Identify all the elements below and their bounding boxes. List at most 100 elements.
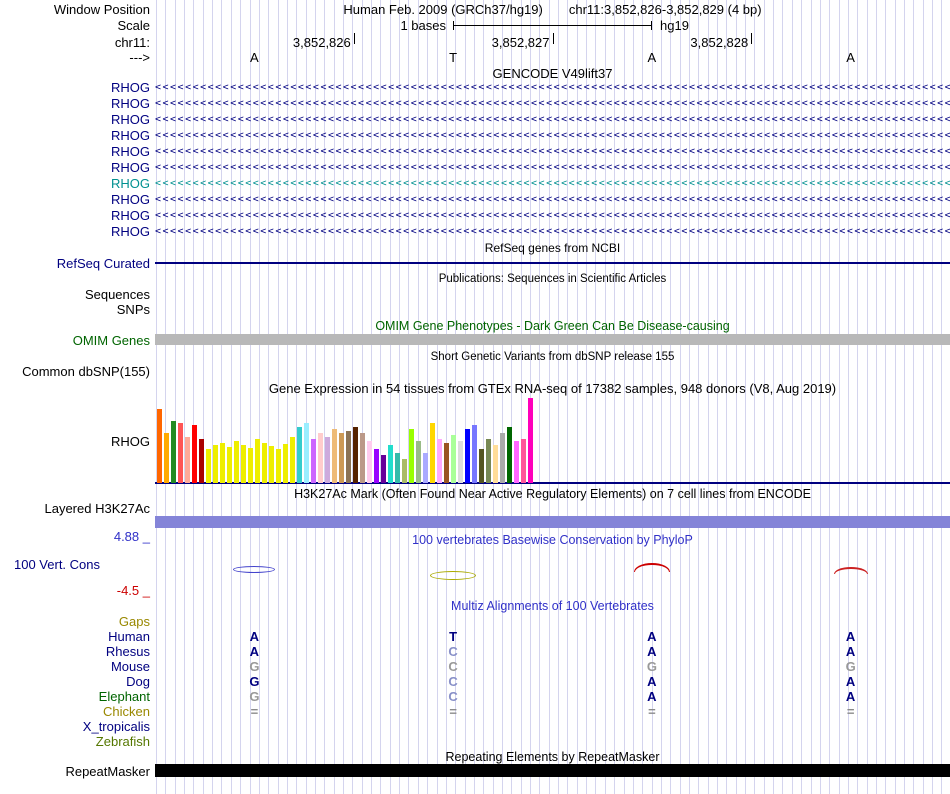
gene-row-label[interactable]: RHOG <box>0 80 150 96</box>
gene-arrow-row[interactable]: <<<<<<<<<<<<<<<<<<<<<<<<<<<<<<<<<<<<<<<<… <box>155 208 950 224</box>
common-dbsnp-label[interactable]: Common dbSNP(155) <box>0 364 150 379</box>
species-label[interactable]: Mouse <box>0 659 150 674</box>
gtex-bar[interactable] <box>304 423 309 483</box>
gene-arrow-row[interactable]: <<<<<<<<<<<<<<<<<<<<<<<<<<<<<<<<<<<<<<<<… <box>155 128 950 144</box>
gtex-bar[interactable] <box>290 437 295 483</box>
gtex-bar[interactable] <box>514 441 519 483</box>
gtex-bar[interactable] <box>528 398 533 483</box>
gtex-bar[interactable] <box>206 449 211 483</box>
gtex-bar[interactable] <box>157 409 162 483</box>
h3k27ac-signal-bar[interactable] <box>155 516 950 528</box>
conservation-track-label[interactable]: 100 Vert. Cons <box>14 557 164 572</box>
gtex-bar[interactable] <box>374 449 379 483</box>
gtex-bar[interactable] <box>430 423 435 483</box>
conservation-mark[interactable] <box>833 567 868 574</box>
gtex-gene-label[interactable]: RHOG <box>0 434 150 449</box>
base-letter: A <box>250 50 259 65</box>
sequences-track-label[interactable]: Sequences <box>0 287 150 302</box>
gtex-bar[interactable] <box>318 433 323 483</box>
gtex-bar[interactable] <box>255 439 260 483</box>
gtex-bar[interactable] <box>416 441 421 483</box>
gtex-bar[interactable] <box>262 443 267 483</box>
gtex-bar[interactable] <box>339 433 344 483</box>
gene-arrow-row[interactable]: <<<<<<<<<<<<<<<<<<<<<<<<<<<<<<<<<<<<<<<<… <box>155 224 950 240</box>
gtex-bar[interactable] <box>192 425 197 483</box>
gtex-bar[interactable] <box>486 439 491 483</box>
gene-arrow-row[interactable]: <<<<<<<<<<<<<<<<<<<<<<<<<<<<<<<<<<<<<<<<… <box>155 112 950 128</box>
gtex-bar[interactable] <box>360 433 365 483</box>
omim-genes-label[interactable]: OMIM Genes <box>0 333 150 348</box>
gtex-bar[interactable] <box>479 449 484 483</box>
species-label[interactable]: Rhesus <box>0 644 150 659</box>
omim-gene-bar[interactable] <box>155 334 950 345</box>
gene-row-label[interactable]: RHOG <box>0 160 150 176</box>
species-label[interactable]: Gaps <box>0 614 150 629</box>
gene-row-label[interactable]: RHOG <box>0 96 150 112</box>
gene-row-label[interactable]: RHOG <box>0 192 150 208</box>
gtex-bar[interactable] <box>437 439 442 483</box>
gene-row-label[interactable]: RHOG <box>0 224 150 240</box>
gene-arrow-row[interactable]: <<<<<<<<<<<<<<<<<<<<<<<<<<<<<<<<<<<<<<<<… <box>155 80 950 96</box>
species-label[interactable]: Human <box>0 629 150 644</box>
gtex-bar[interactable] <box>472 425 477 483</box>
gene-arrow-row[interactable]: <<<<<<<<<<<<<<<<<<<<<<<<<<<<<<<<<<<<<<<<… <box>155 160 950 176</box>
gtex-bar[interactable] <box>276 449 281 483</box>
gtex-bar[interactable] <box>311 439 316 483</box>
layered-h3k27ac-label[interactable]: Layered H3K27Ac <box>0 501 150 516</box>
refseq-gene-line[interactable] <box>155 262 950 264</box>
gtex-bar[interactable] <box>346 431 351 483</box>
gtex-bar[interactable] <box>423 453 428 483</box>
gtex-bar[interactable] <box>381 455 386 483</box>
species-label[interactable]: Elephant <box>0 689 150 704</box>
gtex-bar[interactable] <box>185 437 190 483</box>
gtex-bar[interactable] <box>507 427 512 483</box>
repeatmasker-element-bar[interactable] <box>155 764 950 777</box>
gtex-bar[interactable] <box>388 445 393 483</box>
gene-row-label[interactable]: RHOG <box>0 128 150 144</box>
gene-arrow-row[interactable]: <<<<<<<<<<<<<<<<<<<<<<<<<<<<<<<<<<<<<<<<… <box>155 192 950 208</box>
gtex-bar[interactable] <box>213 445 218 483</box>
gtex-bar[interactable] <box>458 441 463 483</box>
gtex-bar[interactable] <box>227 447 232 483</box>
gtex-bar[interactable] <box>332 429 337 483</box>
gtex-bar[interactable] <box>171 421 176 483</box>
gtex-bar[interactable] <box>444 443 449 483</box>
repeatmasker-label[interactable]: RepeatMasker <box>0 764 150 779</box>
gene-arrow-row[interactable]: <<<<<<<<<<<<<<<<<<<<<<<<<<<<<<<<<<<<<<<<… <box>155 176 950 192</box>
gtex-bar[interactable] <box>402 459 407 483</box>
gtex-bar[interactable] <box>521 439 526 483</box>
gtex-bar[interactable] <box>500 433 505 483</box>
snps-track-label[interactable]: SNPs <box>0 302 150 317</box>
gtex-bar[interactable] <box>297 427 302 483</box>
species-label[interactable]: Dog <box>0 674 150 689</box>
gene-row-label[interactable]: RHOG <box>0 112 150 128</box>
refseq-curated-label[interactable]: RefSeq Curated <box>0 256 150 271</box>
conservation-mark[interactable] <box>233 566 276 573</box>
gene-row-label[interactable]: RHOG <box>0 176 150 192</box>
gtex-bar[interactable] <box>367 441 372 483</box>
gtex-bar[interactable] <box>220 443 225 483</box>
gtex-bar[interactable] <box>283 444 288 483</box>
gtex-bar[interactable] <box>325 437 330 483</box>
species-label[interactable]: Zebrafish <box>0 734 150 749</box>
gtex-bar[interactable] <box>269 446 274 483</box>
gtex-bar[interactable] <box>164 433 169 483</box>
gtex-bar[interactable] <box>395 453 400 483</box>
gtex-bar[interactable] <box>493 445 498 483</box>
gtex-bar[interactable] <box>241 445 246 483</box>
gtex-bar[interactable] <box>465 429 470 483</box>
gene-row-label[interactable]: RHOG <box>0 208 150 224</box>
gtex-bar[interactable] <box>199 439 204 483</box>
gtex-bar[interactable] <box>409 429 414 483</box>
species-label[interactable]: X_tropicalis <box>0 719 150 734</box>
gtex-bar[interactable] <box>451 435 456 483</box>
conservation-mark[interactable] <box>430 571 477 580</box>
gtex-bar[interactable] <box>353 427 358 483</box>
gtex-bar[interactable] <box>178 423 183 483</box>
species-label[interactable]: Chicken <box>0 704 150 719</box>
gene-row-label[interactable]: RHOG <box>0 144 150 160</box>
gene-arrow-row[interactable]: <<<<<<<<<<<<<<<<<<<<<<<<<<<<<<<<<<<<<<<<… <box>155 96 950 112</box>
gtex-bar[interactable] <box>248 448 253 483</box>
gtex-bar[interactable] <box>234 441 239 483</box>
gene-arrow-row[interactable]: <<<<<<<<<<<<<<<<<<<<<<<<<<<<<<<<<<<<<<<<… <box>155 144 950 160</box>
